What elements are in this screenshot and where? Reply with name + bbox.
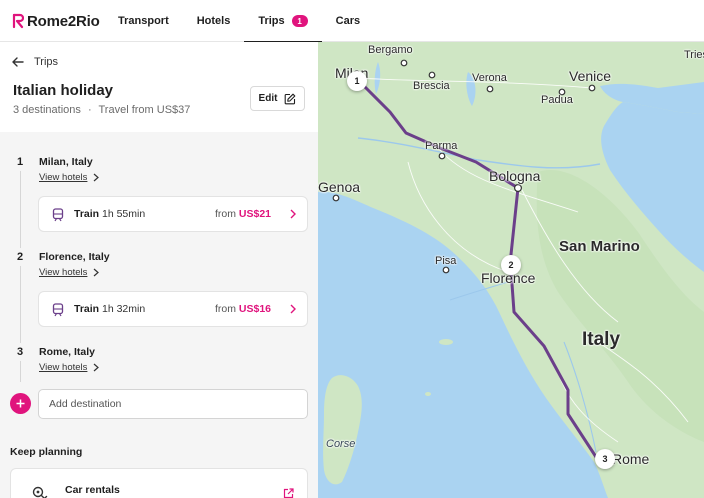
nav-cars[interactable]: Cars [322,0,374,42]
top-header: Rome2Rio Transport Hotels Trips 1 Cars [0,0,704,43]
map-island [425,392,431,396]
view-hotels-florence[interactable]: View hotels [39,267,100,278]
plus-icon [16,399,25,408]
leg-price-row: from US$21 [215,208,271,220]
map-label-trieste: Trieste [684,49,704,61]
map-label-venice: Venice [569,68,612,84]
trip-panel: Trips Italian holiday 3 destinations · T… [0,42,318,498]
map-label-brescia: Brescia [413,80,450,92]
car-rentals-label: Car rentals [65,484,120,496]
train-icon [52,208,64,222]
nav-trips-label: Trips [258,15,285,27]
back-label: Trips [34,56,59,68]
chevron-right-icon [290,304,296,314]
leg-duration: 1h 32min [102,303,146,315]
route-map[interactable]: Bergamo Milan Brescia Verona Venice Padu… [318,42,704,498]
view-hotels-label: View hotels [39,267,88,278]
arrow-left-icon [12,57,24,67]
view-hotels-label: View hotels [39,172,88,183]
leg-card-florence-rome[interactable]: Train 1h 32min from US$16 [38,291,308,327]
leg-mode: Train [74,303,100,315]
car-rentals-card[interactable]: Car rentals [10,468,308,498]
trip-meta: 3 destinations · Travel from US$37 [13,104,190,116]
stop-number-1: 1 [11,153,29,171]
leg-price: US$16 [238,303,271,315]
view-hotels-rome[interactable]: View hotels [39,362,100,373]
meta-separator: · [87,104,92,116]
view-hotels-milan[interactable]: View hotels [39,172,100,183]
map-label-parma: Parma [425,140,458,152]
map-label-genoa: Genoa [318,179,361,195]
main-nav: Transport Hotels Trips 1 Cars [104,0,374,43]
trip-title: Italian holiday [13,82,114,99]
itinerary: 1 Milan, Italy View hotels Train 1h 55mi… [0,132,318,498]
chevron-right-icon [94,268,100,277]
view-hotels-label: View hotels [39,362,88,373]
edit-pencil-icon [285,93,296,104]
nav-cars-label: Cars [335,15,361,27]
map-label-corse: Corse [326,438,356,450]
nav-hotels-label: Hotels [196,15,231,27]
map-label-italy: Italy [582,329,621,350]
add-destination-button[interactable] [10,393,31,414]
map-label-bergamo: Bergamo [368,44,413,56]
map-label-san-marino: San Marino [559,238,640,255]
stop-number-2: 2 [11,248,29,266]
leg-mode: Train [74,208,100,220]
map-label-pisa: Pisa [435,255,457,267]
chevron-right-icon [94,363,100,372]
back-to-trips-link[interactable]: Trips [12,56,58,68]
travel-from-price: Travel from US$37 [98,104,191,116]
nav-transport-label: Transport [118,15,169,27]
trip-header: Trips Italian holiday 3 destinations · T… [0,42,318,132]
chevron-right-icon [290,209,296,219]
keep-planning-heading: Keep planning [10,446,83,458]
logo-text: Rome2Rio [27,12,100,30]
map-label-rome: Rome [612,451,650,467]
add-destination-input[interactable]: Add destination [38,389,308,419]
stop-name-florence: Florence, Italy [39,251,110,263]
rome2rio-logo[interactable]: Rome2Rio [12,11,100,31]
from-label: from [214,303,236,315]
map-marker-3[interactable]: 3 [595,449,615,469]
destinations-count: 3 destinations [13,104,81,116]
edit-label: Edit [258,93,278,104]
map-label-verona: Verona [472,72,507,84]
chevron-right-icon [94,173,100,182]
trips-count-badge: 1 [291,15,308,27]
leg-price: US$21 [238,208,271,220]
edit-trip-button[interactable]: Edit [250,86,305,111]
stop-name-milan: Milan, Italy [39,156,93,168]
leg-price-row: from US$16 [215,303,271,315]
map-marker-2[interactable]: 2 [501,255,521,275]
external-link-icon [283,488,294,498]
stop-number-3: 3 [11,343,29,361]
nav-transport[interactable]: Transport [104,0,183,42]
stop-name-rome: Rome, Italy [39,346,96,358]
car-key-icon [32,486,48,498]
map-label-bologna: Bologna [489,168,541,184]
from-label: from [214,208,236,220]
map-marker-1[interactable]: 1 [347,71,367,91]
leg-duration: 1h 55min [102,208,146,220]
map-elba [439,339,453,345]
logo-mark-icon [12,13,24,29]
nav-trips[interactable]: Trips 1 [244,0,322,43]
leg-card-milan-florence[interactable]: Train 1h 55min from US$21 [38,196,308,232]
train-icon [52,303,64,317]
map-label-padua: Padua [541,94,573,106]
nav-hotels[interactable]: Hotels [183,0,245,42]
